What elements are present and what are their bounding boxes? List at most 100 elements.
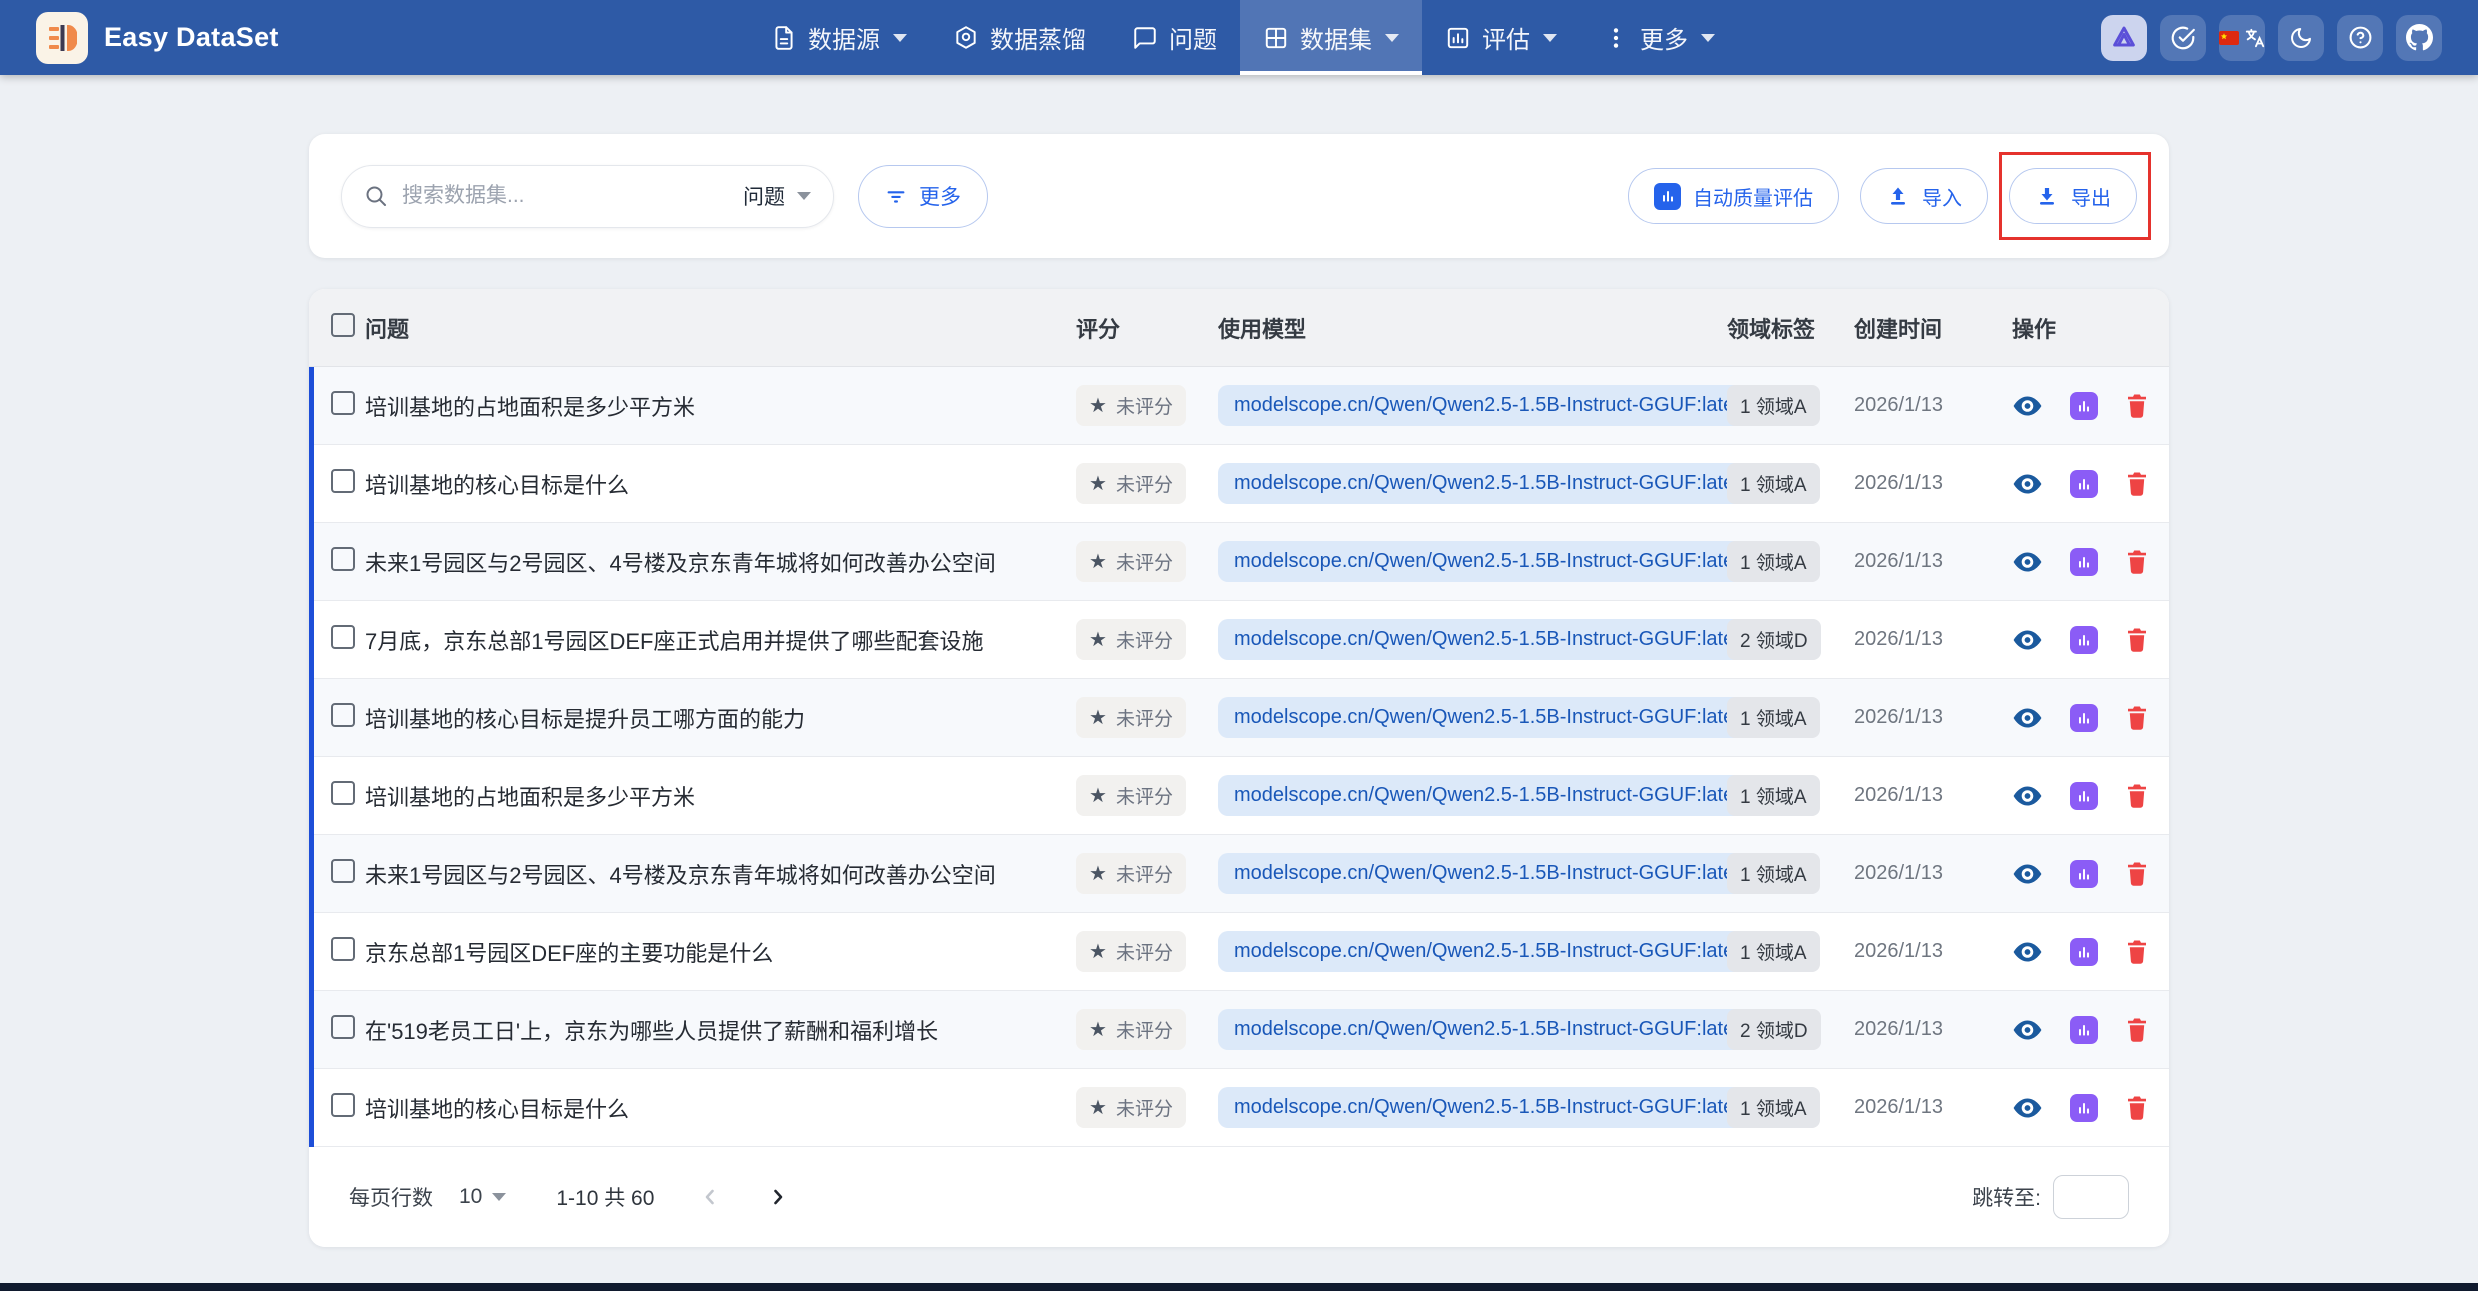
more-dots-icon [1603,25,1629,51]
delete-button[interactable] [2125,861,2149,887]
app-logo-icon[interactable] [36,12,88,64]
rating-badge: ★ 未评分 [1076,541,1186,582]
star-icon: ★ [1089,708,1107,728]
import-button[interactable]: 导入 [1860,168,1988,224]
nav-item-datasource[interactable]: 数据源 [748,0,930,75]
star-icon: ★ [1089,1098,1107,1118]
delete-button[interactable] [2125,1017,2149,1043]
analytics-button[interactable] [2070,1016,2098,1044]
table-row: 培训基地的占地面积是多少平方米 ★ 未评分 modelscope.cn/Qwen… [309,367,2169,445]
nav-item-evaluate[interactable]: 评估 [1422,0,1580,75]
model-provider-icon[interactable] [2101,15,2147,61]
view-eye-button[interactable] [2012,628,2043,652]
search-box: 问题 [341,165,834,228]
task-check-icon[interactable] [2160,15,2206,61]
analytics-button[interactable] [2070,704,2098,732]
delete-button[interactable] [2125,549,2149,575]
more-filters-button[interactable]: 更多 [858,165,988,228]
row-checkbox[interactable] [331,1015,355,1039]
view-eye-button[interactable] [2012,394,2043,418]
analytics-bars-icon [2070,782,2098,810]
auto-quality-evaluate-button[interactable]: 自动质量评估 [1628,168,1839,224]
domain-tag-badge: 1 领域A [1727,853,1820,894]
nav-label: 数据源 [808,20,880,55]
eye-icon [2012,784,2043,808]
help-icon[interactable] [2337,15,2383,61]
analytics-button[interactable] [2070,860,2098,888]
row-checkbox[interactable] [331,547,355,571]
view-eye-button[interactable] [2012,550,2043,574]
github-icon[interactable] [2396,15,2442,61]
created-date: 2026/1/13 [1854,1018,2012,1041]
view-eye-button[interactable] [2012,940,2043,964]
eye-icon [2012,628,2043,652]
model-chip[interactable]: modelscope.cn/Qwen/Qwen2.5-1.5B-Instruct… [1218,853,1766,894]
model-chip[interactable]: modelscope.cn/Qwen/Qwen2.5-1.5B-Instruct… [1218,1009,1766,1050]
select-all-checkbox[interactable] [331,313,355,337]
export-button[interactable]: 导出 [2009,168,2137,224]
model-chip[interactable]: modelscope.cn/Qwen/Qwen2.5-1.5B-Instruct… [1218,931,1766,972]
domain-tag-badge: 1 领域A [1727,463,1820,504]
analytics-button[interactable] [2070,938,2098,966]
search-field-select[interactable]: 问题 [743,181,811,211]
row-checkbox[interactable] [331,703,355,727]
row-checkbox[interactable] [331,781,355,805]
row-checkbox[interactable] [331,469,355,493]
model-chip[interactable]: modelscope.cn/Qwen/Qwen2.5-1.5B-Instruct… [1218,541,1766,582]
model-chip[interactable]: modelscope.cn/Qwen/Qwen2.5-1.5B-Instruct… [1218,463,1766,504]
previous-page-button[interactable] [698,1185,722,1209]
model-chip[interactable]: modelscope.cn/Qwen/Qwen2.5-1.5B-Instruct… [1218,775,1766,816]
view-eye-button[interactable] [2012,706,2043,730]
view-eye-button[interactable] [2012,1018,2043,1042]
rating-label: 未评分 [1116,704,1173,731]
delete-button[interactable] [2125,1095,2149,1121]
nav-item-dataset[interactable]: 数据集 [1240,0,1422,75]
created-date: 2026/1/13 [1854,1096,2012,1119]
row-checkbox[interactable] [331,391,355,415]
trash-icon [2125,1095,2149,1121]
rating-badge: ★ 未评分 [1076,619,1186,660]
row-checkbox[interactable] [331,1093,355,1117]
jump-to-page-input[interactable] [2053,1175,2129,1219]
view-eye-button[interactable] [2012,784,2043,808]
model-chip[interactable]: modelscope.cn/Qwen/Qwen2.5-1.5B-Instruct… [1218,697,1766,738]
model-chip[interactable]: modelscope.cn/Qwen/Qwen2.5-1.5B-Instruct… [1218,619,1766,660]
created-date: 2026/1/13 [1854,862,2012,885]
next-page-button[interactable] [766,1185,790,1209]
nav-item-questions[interactable]: 问题 [1109,0,1240,75]
delete-button[interactable] [2125,939,2149,965]
analytics-button[interactable] [2070,626,2098,654]
rating-label: 未评分 [1116,782,1173,809]
delete-button[interactable] [2125,705,2149,731]
delete-button[interactable] [2125,627,2149,653]
delete-button[interactable] [2125,393,2149,419]
analytics-button[interactable] [2070,782,2098,810]
dark-mode-moon-icon[interactable] [2278,15,2324,61]
row-checkbox[interactable] [331,625,355,649]
table-row: 培训基地的核心目标是什么 ★ 未评分 modelscope.cn/Qwen/Qw… [309,445,2169,523]
row-checkbox[interactable] [331,859,355,883]
search-icon [364,184,388,208]
table-accent-stripe [309,367,314,1147]
delete-button[interactable] [2125,783,2149,809]
star-icon: ★ [1089,474,1107,494]
model-chip[interactable]: modelscope.cn/Qwen/Qwen2.5-1.5B-Instruct… [1218,1087,1766,1128]
nav-item-distill[interactable]: 数据蒸馏 [930,0,1109,75]
analytics-button[interactable] [2070,470,2098,498]
view-eye-button[interactable] [2012,1096,2043,1120]
language-icon[interactable] [2219,15,2265,61]
analytics-button[interactable] [2070,1094,2098,1122]
search-input[interactable] [402,184,729,208]
analytics-button[interactable] [2070,548,2098,576]
row-checkbox[interactable] [331,937,355,961]
view-eye-button[interactable] [2012,472,2043,496]
row-question: 7月底，京东总部1号园区DEF座正式启用并提供了哪些配套设施 [365,624,1076,656]
rows-per-page-select[interactable]: 10 [459,1185,506,1209]
view-eye-button[interactable] [2012,862,2043,886]
nav-item-more[interactable]: 更多 [1580,0,1738,75]
model-chip[interactable]: modelscope.cn/Qwen/Qwen2.5-1.5B-Instruct… [1218,385,1766,426]
analytics-button[interactable] [2070,392,2098,420]
delete-button[interactable] [2125,471,2149,497]
column-header-model: 使用模型 [1218,312,1727,344]
table-row: 未来1号园区与2号园区、4号楼及京东青年城将如何改善办公空间 ★ 未评分 mod… [309,523,2169,601]
